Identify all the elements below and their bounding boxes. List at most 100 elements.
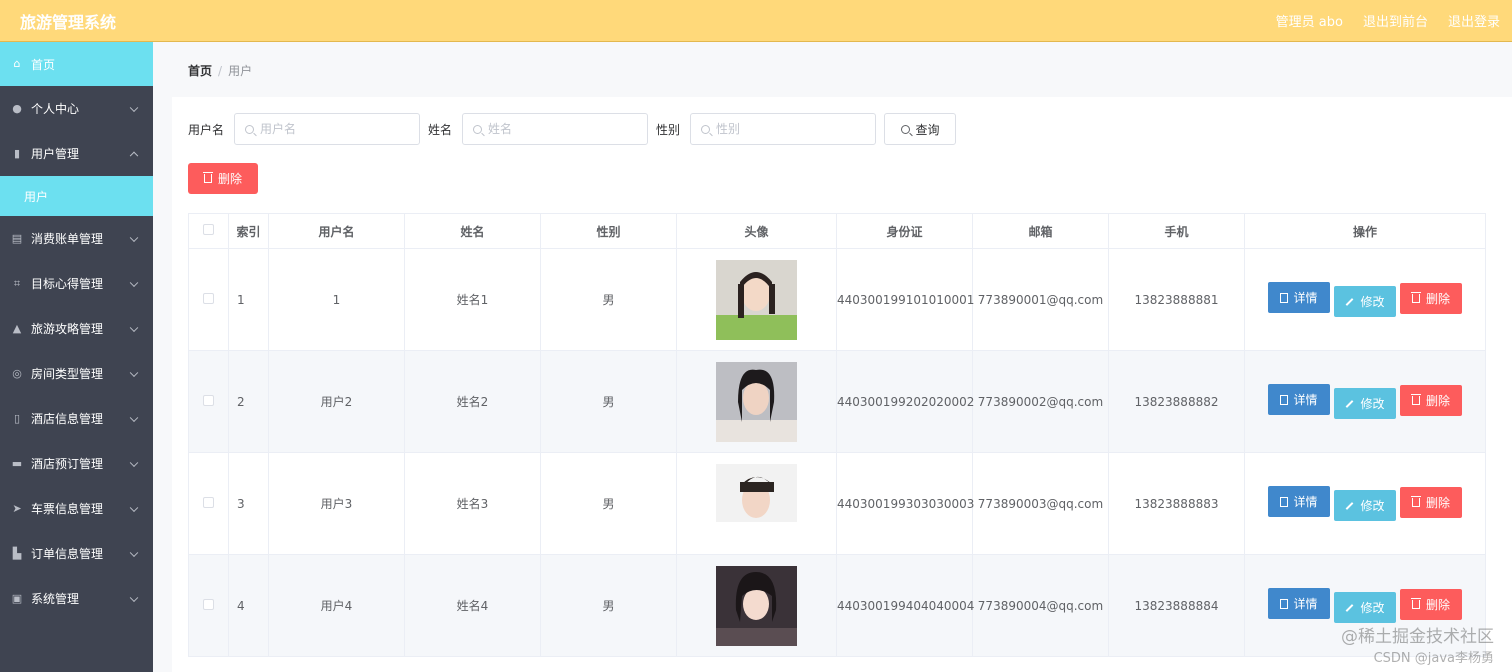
sidebar-item-system[interactable]: ▣ 系统管理	[0, 576, 153, 621]
column-header: 用户名	[268, 213, 405, 249]
avatar	[716, 259, 797, 340]
phone-cell: 13823888881	[1108, 248, 1245, 351]
document-icon	[1280, 394, 1289, 405]
sidebar-item-label: 车票信息管理	[31, 502, 104, 516]
username-cell: 用户4	[268, 554, 405, 657]
sidebar-item-bills[interactable]: ▤ 消费账单管理	[0, 216, 153, 261]
back-to-front-link[interactable]: 退出到前台	[1363, 11, 1428, 30]
search-icon	[900, 124, 910, 134]
column-header: 邮箱	[972, 213, 1109, 249]
content-panel: 用户名 姓名 性别 查询 删除	[172, 97, 1512, 672]
delete-button[interactable]: 删除	[1400, 282, 1462, 314]
delete-button[interactable]: 删除	[1400, 588, 1462, 620]
trash-icon	[1410, 597, 1421, 609]
logout-link[interactable]: 退出登录	[1448, 11, 1500, 30]
sidebar-item-guides[interactable]: ▲ 旅游攻略管理	[0, 306, 153, 351]
edit-button[interactable]: 修改	[1334, 592, 1396, 623]
search-bar: 用户名 姓名 性别 查询	[188, 113, 957, 145]
gender-input[interactable]	[716, 122, 867, 136]
sidebar-item-hotel-booking[interactable]: ▬ 酒店预订管理	[0, 441, 153, 486]
search-icon	[701, 124, 711, 134]
edit-icon	[1346, 603, 1354, 612]
sidebar-item-tickets[interactable]: ➤ 车票信息管理	[0, 486, 153, 531]
detail-button[interactable]: 详情	[1268, 384, 1330, 415]
gender-cell: 男	[540, 452, 677, 555]
phone-cell: 13823888883	[1108, 452, 1245, 555]
edit-button[interactable]: 修改	[1334, 388, 1396, 419]
column-header: 性别	[540, 213, 677, 249]
bar-chart-icon: ▙	[12, 546, 22, 560]
row-checkbox[interactable]	[203, 292, 214, 304]
name-input[interactable]	[488, 122, 639, 136]
name-cell: 姓名2	[404, 350, 541, 453]
sidebar-item-users[interactable]: 用户	[0, 176, 153, 216]
sidebar-item-room-types[interactable]: ◎ 房间类型管理	[0, 351, 153, 396]
username-search-field[interactable]	[234, 113, 421, 145]
home-icon: ⌂	[13, 57, 21, 70]
avatar	[716, 361, 797, 442]
edit-icon	[1346, 501, 1354, 510]
top-bar: 旅游管理系统 管理员 abo 退出到前台 退出登录	[0, 0, 1512, 42]
table-header-row: 索引 用户名 姓名 性别 头像 身份证 邮箱 手机 操作	[188, 213, 1486, 249]
sidebar-item-home[interactable]: ⌂ 首页	[0, 42, 153, 86]
gender-cell: 男	[540, 248, 677, 351]
chevron-down-icon	[129, 323, 139, 332]
username-input[interactable]	[260, 122, 411, 136]
sidebar-item-label: 订单信息管理	[31, 547, 104, 561]
detail-button[interactable]: 详情	[1268, 588, 1330, 619]
delete-button[interactable]: 删除	[1400, 384, 1462, 416]
username-cell: 1	[268, 248, 405, 351]
sidebar-item-personal-center[interactable]: ● 个人中心	[0, 86, 153, 131]
sidebar-item-label: 首页	[31, 57, 56, 72]
row-checkbox[interactable]	[203, 598, 214, 610]
sidebar-item-user-management[interactable]: ▮ 用户管理	[0, 131, 153, 176]
index-cell: 1	[228, 248, 269, 351]
edit-icon	[1346, 399, 1354, 408]
crop-icon: ⌗	[13, 276, 21, 290]
sidebar-item-label: 酒店信息管理	[31, 412, 104, 426]
edit-button[interactable]: 修改	[1334, 286, 1396, 317]
sidebar-item-orders[interactable]: ▙ 订单信息管理	[0, 531, 153, 576]
name-cell: 姓名1	[404, 248, 541, 351]
gender-cell: 男	[540, 350, 677, 453]
name-search-field[interactable]	[462, 113, 649, 145]
breadcrumb-current: 用户	[228, 64, 253, 78]
batch-delete-button[interactable]: 删除	[188, 163, 258, 194]
chart-icon: ▤	[11, 231, 23, 245]
edit-icon	[1346, 297, 1354, 306]
name-cell: 姓名4	[404, 554, 541, 657]
breadcrumb: 首页 / 用户	[188, 64, 253, 78]
column-header: 操作	[1244, 213, 1486, 249]
chevron-down-icon	[129, 233, 139, 242]
gender-search-field[interactable]	[690, 113, 877, 145]
chevron-down-icon	[129, 413, 139, 422]
detail-button[interactable]: 详情	[1268, 282, 1330, 313]
row-checkbox[interactable]	[203, 394, 214, 406]
sidebar-item-hotels[interactable]: ▯ 酒店信息管理	[0, 396, 153, 441]
users-icon: ▮	[13, 146, 21, 160]
search-icon	[245, 124, 255, 134]
email-cell: 773890002@qq.com	[972, 350, 1109, 453]
row-checkbox[interactable]	[203, 496, 214, 508]
top-bar-links: 管理员 abo 退出到前台 退出登录	[1276, 11, 1500, 30]
query-button[interactable]: 查询	[884, 113, 957, 145]
detail-button[interactable]: 详情	[1268, 486, 1330, 517]
message-icon: ▬	[11, 456, 23, 470]
sidebar-item-label: 系统管理	[31, 592, 80, 606]
delete-button[interactable]: 删除	[1400, 486, 1462, 518]
sidebar-item-label: 目标心得管理	[31, 277, 104, 291]
name-label: 姓名	[428, 122, 453, 137]
column-header: 索引	[228, 213, 269, 249]
sidebar-item-label: 旅游攻略管理	[31, 322, 104, 336]
select-all-checkbox[interactable]	[203, 224, 214, 235]
email-cell: 773890001@qq.com	[972, 248, 1109, 351]
sidebar-item-label: 酒店预订管理	[31, 457, 104, 471]
sidebar-item-goals[interactable]: ⌗ 目标心得管理	[0, 261, 153, 306]
search-icon	[473, 124, 483, 134]
edit-button[interactable]: 修改	[1334, 490, 1396, 521]
id-card-cell: 440300199202020002	[836, 350, 974, 453]
document-icon	[1280, 292, 1289, 303]
document-icon	[1280, 496, 1289, 507]
users-table: 索引 用户名 姓名 性别 头像 身份证 邮箱 手机 操作 1 1 姓名1 男 4…	[188, 213, 1486, 657]
breadcrumb-home[interactable]: 首页	[188, 64, 212, 78]
